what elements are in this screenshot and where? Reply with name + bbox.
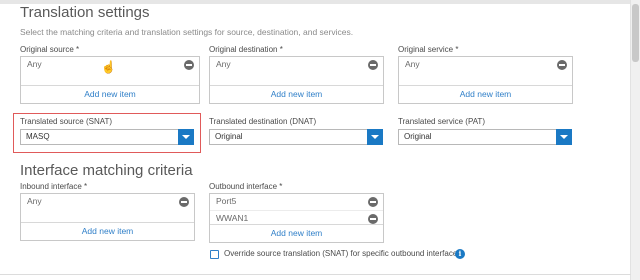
list-item: Any bbox=[399, 57, 572, 73]
translated-service-value: Original bbox=[404, 132, 432, 141]
list-item-text: Any bbox=[216, 59, 231, 69]
remove-icon[interactable] bbox=[368, 214, 378, 224]
remove-icon[interactable] bbox=[179, 197, 189, 207]
translated-destination-value: Original bbox=[215, 132, 243, 141]
inbound-interface-list: Any Add new item bbox=[20, 193, 195, 241]
translated-service-label: Translated service (PAT) bbox=[398, 117, 485, 126]
hand-pointer-icon: ☝ bbox=[101, 60, 116, 74]
translated-service-select[interactable]: Original bbox=[398, 129, 572, 145]
list-item-text: Port5 bbox=[216, 196, 237, 206]
list-item-text: WWAN1 bbox=[216, 213, 249, 223]
remove-icon[interactable] bbox=[368, 60, 378, 70]
translated-source-select[interactable]: MASQ bbox=[20, 129, 194, 145]
bottom-divider bbox=[0, 274, 631, 275]
list-item: Port5 bbox=[210, 194, 383, 210]
remove-icon[interactable] bbox=[557, 60, 567, 70]
chevron-down-icon[interactable] bbox=[367, 129, 383, 145]
list-item-text: Any bbox=[405, 59, 420, 69]
section-title-interface: Interface matching criteria bbox=[20, 162, 193, 179]
translated-source-value: MASQ bbox=[26, 132, 50, 141]
list-item: Any bbox=[210, 57, 383, 73]
original-destination-add-button[interactable]: Add new item bbox=[210, 85, 383, 103]
section-description: Select the matching criteria and transla… bbox=[20, 27, 354, 37]
original-service-label: Original service * bbox=[398, 45, 459, 54]
list-item-text: Any bbox=[27, 59, 42, 69]
list-item: Any bbox=[21, 194, 194, 210]
chevron-down-icon[interactable] bbox=[178, 129, 194, 145]
section-title-translation: Translation settings bbox=[20, 4, 150, 21]
info-icon[interactable]: i bbox=[455, 249, 465, 259]
override-snat-checkbox[interactable] bbox=[210, 250, 219, 259]
remove-icon[interactable] bbox=[184, 60, 194, 70]
original-destination-list: Any Add new item bbox=[209, 56, 384, 104]
translated-source-label: Translated source (SNAT) bbox=[20, 117, 113, 126]
original-source-add-button[interactable]: Add new item bbox=[21, 85, 199, 103]
original-destination-label: Original destination * bbox=[209, 45, 283, 54]
chevron-down-icon[interactable] bbox=[556, 129, 572, 145]
original-service-list: Any Add new item bbox=[398, 56, 573, 104]
original-source-label: Original source * bbox=[20, 45, 80, 54]
outbound-interface-list: Port5 WWAN1 Add new item bbox=[209, 193, 384, 243]
scrollbar[interactable] bbox=[630, 0, 640, 280]
outbound-add-button[interactable]: Add new item bbox=[210, 224, 383, 242]
original-service-add-button[interactable]: Add new item bbox=[399, 85, 572, 103]
list-item-text: Any bbox=[27, 196, 42, 206]
override-snat-label: Override source translation (SNAT) for s… bbox=[224, 249, 462, 258]
outbound-interface-label: Outbound interface * bbox=[209, 182, 283, 191]
inbound-add-button[interactable]: Add new item bbox=[21, 222, 194, 240]
inbound-interface-label: Inbound interface * bbox=[20, 182, 88, 191]
scrollbar-thumb[interactable] bbox=[632, 4, 639, 62]
translated-destination-label: Translated destination (DNAT) bbox=[209, 117, 317, 126]
translated-destination-select[interactable]: Original bbox=[209, 129, 383, 145]
remove-icon[interactable] bbox=[368, 197, 378, 207]
